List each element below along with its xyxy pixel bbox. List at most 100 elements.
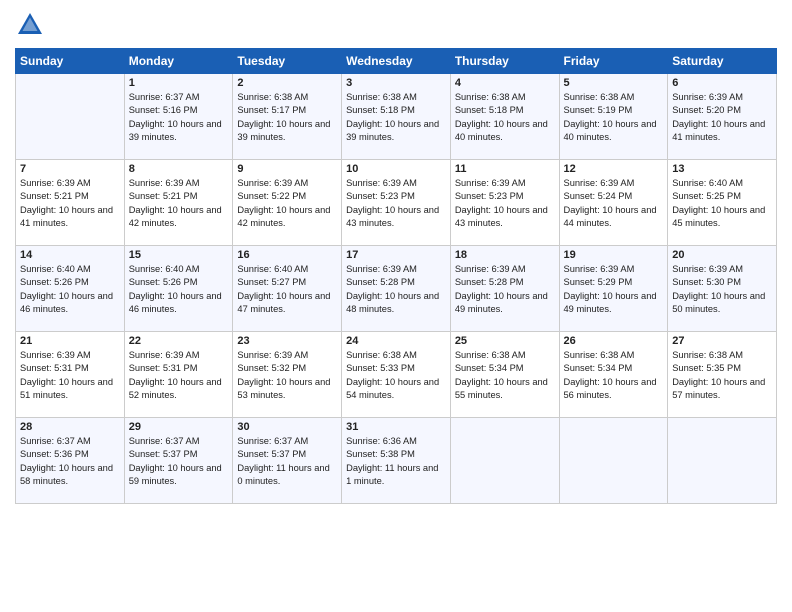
day-info: Sunrise: 6:39 AM Sunset: 5:23 PM Dayligh… — [455, 177, 555, 231]
day-number: 12 — [564, 163, 664, 175]
day-cell: 3 Sunrise: 6:38 AM Sunset: 5:18 PM Daylig… — [342, 74, 451, 160]
day-cell: 27 Sunrise: 6:38 AM Sunset: 5:35 PM Dayli… — [668, 332, 777, 418]
day-number: 28 — [20, 421, 120, 433]
day-number: 27 — [672, 335, 772, 347]
day-info: Sunrise: 6:39 AM Sunset: 5:29 PM Dayligh… — [564, 263, 664, 317]
day-cell: 11 Sunrise: 6:39 AM Sunset: 5:23 PM Dayli… — [450, 160, 559, 246]
day-cell: 29 Sunrise: 6:37 AM Sunset: 5:37 PM Dayli… — [124, 418, 233, 504]
day-cell — [559, 418, 668, 504]
day-number: 26 — [564, 335, 664, 347]
day-number: 7 — [20, 163, 120, 175]
day-info: Sunrise: 6:39 AM Sunset: 5:32 PM Dayligh… — [237, 349, 337, 403]
day-number: 5 — [564, 77, 664, 89]
day-info: Sunrise: 6:36 AM Sunset: 5:38 PM Dayligh… — [346, 435, 446, 489]
header-row: Sunday Monday Tuesday Wednesday Thursday… — [16, 49, 777, 74]
day-number: 25 — [455, 335, 555, 347]
day-number: 8 — [129, 163, 229, 175]
col-thursday: Thursday — [450, 49, 559, 74]
day-cell: 28 Sunrise: 6:37 AM Sunset: 5:36 PM Dayli… — [16, 418, 125, 504]
day-cell: 2 Sunrise: 6:38 AM Sunset: 5:17 PM Daylig… — [233, 74, 342, 160]
day-cell: 31 Sunrise: 6:36 AM Sunset: 5:38 PM Dayli… — [342, 418, 451, 504]
day-cell: 22Sunrise: 6:39 AM Sunset: 5:31 PM Dayli… — [124, 332, 233, 418]
day-cell: 4 Sunrise: 6:38 AM Sunset: 5:18 PM Daylig… — [450, 74, 559, 160]
day-info: Sunrise: 6:39 AM Sunset: 5:31 PM Dayligh… — [20, 349, 120, 403]
day-info: Sunrise: 6:38 AM Sunset: 5:34 PM Dayligh… — [564, 349, 664, 403]
day-info: Sunrise: 6:37 AM Sunset: 5:37 PM Dayligh… — [237, 435, 337, 489]
day-number: 31 — [346, 421, 446, 433]
day-cell: 13Sunrise: 6:40 AM Sunset: 5:25 PM Dayli… — [668, 160, 777, 246]
day-number: 13 — [672, 163, 772, 175]
col-monday: Monday — [124, 49, 233, 74]
day-cell: 9 Sunrise: 6:39 AM Sunset: 5:22 PM Daylig… — [233, 160, 342, 246]
week-row-5: 28 Sunrise: 6:37 AM Sunset: 5:36 PM Dayli… — [16, 418, 777, 504]
day-info: Sunrise: 6:39 AM Sunset: 5:28 PM Dayligh… — [455, 263, 555, 317]
day-info: Sunrise: 6:38 AM Sunset: 5:35 PM Dayligh… — [672, 349, 772, 403]
day-cell: 19 Sunrise: 6:39 AM Sunset: 5:29 PM Dayli… — [559, 246, 668, 332]
col-saturday: Saturday — [668, 49, 777, 74]
day-number: 21 — [20, 335, 120, 347]
day-info: Sunrise: 6:39 AM Sunset: 5:23 PM Dayligh… — [346, 177, 446, 231]
day-cell: 30 Sunrise: 6:37 AM Sunset: 5:37 PM Dayli… — [233, 418, 342, 504]
day-info: Sunrise: 6:39 AM Sunset: 5:21 PM Dayligh… — [129, 177, 229, 231]
day-info: Sunrise: 6:39 AM Sunset: 5:28 PM Dayligh… — [346, 263, 446, 317]
day-number: 4 — [455, 77, 555, 89]
day-info: Sunrise: 6:40 AM Sunset: 5:26 PM Dayligh… — [129, 263, 229, 317]
day-number: 10 — [346, 163, 446, 175]
day-number: 29 — [129, 421, 229, 433]
day-cell: 6 Sunrise: 6:39 AM Sunset: 5:20 PM Daylig… — [668, 74, 777, 160]
header — [15, 10, 777, 40]
day-info: Sunrise: 6:37 AM Sunset: 5:16 PM Dayligh… — [129, 91, 229, 145]
day-cell — [16, 74, 125, 160]
day-cell: 24Sunrise: 6:38 AM Sunset: 5:33 PM Dayli… — [342, 332, 451, 418]
day-cell: 7 Sunrise: 6:39 AM Sunset: 5:21 PM Daylig… — [16, 160, 125, 246]
day-info: Sunrise: 6:38 AM Sunset: 5:18 PM Dayligh… — [455, 91, 555, 145]
week-row-1: 1Sunrise: 6:37 AM Sunset: 5:16 PM Daylig… — [16, 74, 777, 160]
col-tuesday: Tuesday — [233, 49, 342, 74]
week-row-3: 14 Sunrise: 6:40 AM Sunset: 5:26 PM Dayli… — [16, 246, 777, 332]
day-number: 3 — [346, 77, 446, 89]
day-cell: 1Sunrise: 6:37 AM Sunset: 5:16 PM Daylig… — [124, 74, 233, 160]
col-wednesday: Wednesday — [342, 49, 451, 74]
day-info: Sunrise: 6:38 AM Sunset: 5:18 PM Dayligh… — [346, 91, 446, 145]
day-info: Sunrise: 6:39 AM Sunset: 5:20 PM Dayligh… — [672, 91, 772, 145]
day-cell: 10 Sunrise: 6:39 AM Sunset: 5:23 PM Dayli… — [342, 160, 451, 246]
day-number: 14 — [20, 249, 120, 261]
col-sunday: Sunday — [16, 49, 125, 74]
day-info: Sunrise: 6:37 AM Sunset: 5:37 PM Dayligh… — [129, 435, 229, 489]
day-number: 15 — [129, 249, 229, 261]
day-cell: 21 Sunrise: 6:39 AM Sunset: 5:31 PM Dayli… — [16, 332, 125, 418]
day-info: Sunrise: 6:38 AM Sunset: 5:33 PM Dayligh… — [346, 349, 446, 403]
day-info: Sunrise: 6:37 AM Sunset: 5:36 PM Dayligh… — [20, 435, 120, 489]
day-number: 30 — [237, 421, 337, 433]
day-info: Sunrise: 6:39 AM Sunset: 5:30 PM Dayligh… — [672, 263, 772, 317]
day-cell: 8 Sunrise: 6:39 AM Sunset: 5:21 PM Daylig… — [124, 160, 233, 246]
day-info: Sunrise: 6:39 AM Sunset: 5:21 PM Dayligh… — [20, 177, 120, 231]
day-cell — [450, 418, 559, 504]
generalblue-logo-icon — [15, 10, 45, 40]
day-cell: 15 Sunrise: 6:40 AM Sunset: 5:26 PM Dayli… — [124, 246, 233, 332]
day-number: 11 — [455, 163, 555, 175]
day-cell: 16 Sunrise: 6:40 AM Sunset: 5:27 PM Dayli… — [233, 246, 342, 332]
day-number: 22 — [129, 335, 229, 347]
day-info: Sunrise: 6:39 AM Sunset: 5:24 PM Dayligh… — [564, 177, 664, 231]
week-row-4: 21 Sunrise: 6:39 AM Sunset: 5:31 PM Dayli… — [16, 332, 777, 418]
day-number: 19 — [564, 249, 664, 261]
day-number: 17 — [346, 249, 446, 261]
day-info: Sunrise: 6:39 AM Sunset: 5:22 PM Dayligh… — [237, 177, 337, 231]
logo — [15, 10, 49, 40]
day-cell: 20Sunrise: 6:39 AM Sunset: 5:30 PM Dayli… — [668, 246, 777, 332]
day-cell: 12 Sunrise: 6:39 AM Sunset: 5:24 PM Dayli… — [559, 160, 668, 246]
day-info: Sunrise: 6:40 AM Sunset: 5:26 PM Dayligh… — [20, 263, 120, 317]
day-info: Sunrise: 6:38 AM Sunset: 5:34 PM Dayligh… — [455, 349, 555, 403]
day-info: Sunrise: 6:40 AM Sunset: 5:27 PM Dayligh… — [237, 263, 337, 317]
day-number: 6 — [672, 77, 772, 89]
day-number: 23 — [237, 335, 337, 347]
day-number: 16 — [237, 249, 337, 261]
day-number: 2 — [237, 77, 337, 89]
day-cell: 25 Sunrise: 6:38 AM Sunset: 5:34 PM Dayli… — [450, 332, 559, 418]
day-info: Sunrise: 6:38 AM Sunset: 5:17 PM Dayligh… — [237, 91, 337, 145]
day-number: 9 — [237, 163, 337, 175]
day-cell — [668, 418, 777, 504]
calendar-table: Sunday Monday Tuesday Wednesday Thursday… — [15, 48, 777, 504]
day-cell: 14 Sunrise: 6:40 AM Sunset: 5:26 PM Dayli… — [16, 246, 125, 332]
